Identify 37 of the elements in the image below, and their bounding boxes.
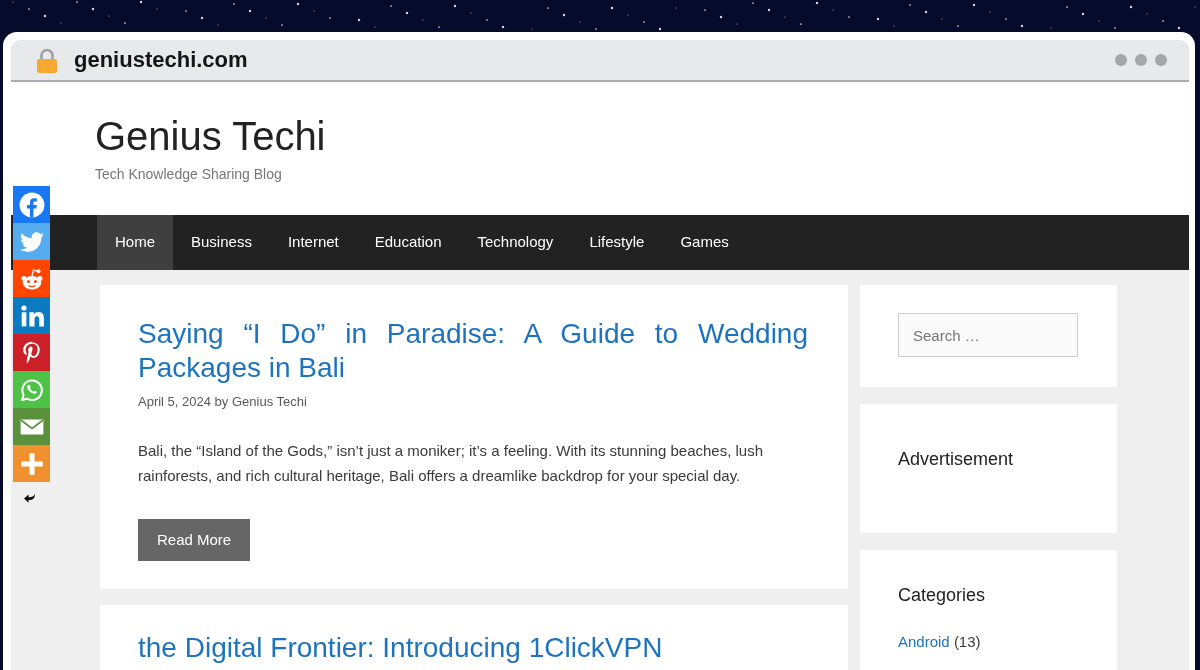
url-text: geniustechi.com [74, 47, 248, 73]
post-excerpt: Bali, the “Island of the Gods,” isn’t just a moniker; it’s a feeling. With its stunning beaches, lush rainforests, and rich cultural heritage, Bali offers a dreamlike backdrop for your special day. [138, 440, 765, 487]
share-button[interactable] [13, 445, 50, 482]
nav-link[interactable]: Education [356, 215, 460, 270]
site-title[interactable]: Genius Techi [95, 112, 326, 160]
share-button[interactable] [13, 408, 50, 445]
widget-title: Advertisement [898, 449, 1014, 471]
facebook-icon [18, 191, 45, 218]
share-button[interactable] [13, 223, 50, 260]
lock-icon [36, 47, 58, 73]
plus-icon [18, 450, 45, 477]
nav-link[interactable]: Games [662, 215, 747, 270]
post-title[interactable]: Saying “I Do” in Paradise: A Guide to Wedding Packages in Bali [138, 317, 808, 385]
linkedin-icon [18, 302, 45, 329]
category-count: (13) [953, 633, 981, 651]
nav-link[interactable]: Business [173, 215, 270, 270]
share-button[interactable] [13, 186, 50, 223]
window-dot-icon [1135, 54, 1147, 66]
window-dot-icon [1115, 54, 1127, 66]
share-button[interactable] [13, 371, 50, 408]
whatsapp-icon [18, 376, 45, 403]
search-field[interactable]: Search … [898, 313, 1078, 357]
window-dot-icon [1155, 54, 1167, 66]
share-button[interactable] [13, 334, 50, 371]
nav-link[interactable]: Lifestyle [571, 215, 663, 270]
nav-link[interactable]: Technology [459, 215, 572, 270]
nav-link[interactable]: Home [97, 215, 173, 270]
widget-title: Categories [898, 584, 986, 607]
curved-arrow-icon[interactable] [24, 493, 35, 504]
nav-link[interactable]: Internet [269, 215, 357, 270]
share-button[interactable] [13, 260, 50, 297]
site-tagline: Tech Knowledge Sharing Blog [95, 166, 282, 183]
share-button[interactable] [13, 297, 50, 334]
post-meta: April 5, 2024 by Genius Techi [138, 394, 307, 410]
category-link[interactable]: Android [898, 633, 950, 651]
post-title[interactable]: the Digital Frontier: Introducing 1ClickVPN [138, 630, 808, 665]
read-more-button[interactable]: Read More [138, 518, 251, 561]
